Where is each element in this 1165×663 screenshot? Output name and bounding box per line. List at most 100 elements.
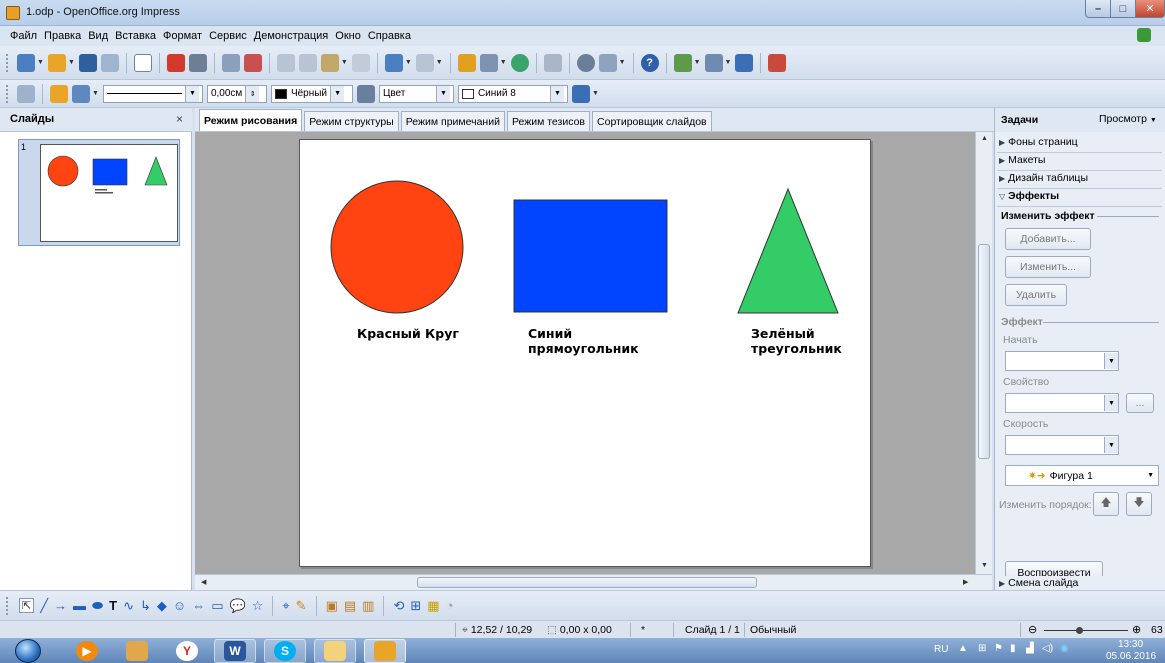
help-icon[interactable]: ?	[640, 53, 659, 72]
scroll-right-icon[interactable]: ▶	[963, 578, 968, 586]
chart-icon[interactable]	[457, 53, 476, 72]
arrow-line-tool-icon[interactable]: →	[54, 598, 67, 613]
minimize-button[interactable]: –	[1085, 0, 1111, 18]
circle-label[interactable]: Красный Круг	[357, 326, 459, 341]
green-triangle-shape[interactable]	[737, 187, 839, 314]
stars-icon[interactable]: ☆	[252, 598, 264, 614]
close-window-button[interactable]: ✕	[1135, 0, 1165, 18]
property-options-button[interactable]: ...	[1126, 393, 1154, 413]
line-width-input[interactable]: 0,00см ⇕	[206, 84, 267, 103]
gallery-icon[interactable]: ▥	[362, 598, 374, 614]
styles-icon[interactable]	[17, 84, 35, 103]
area-style-select[interactable]: Цвет ▼	[378, 84, 454, 103]
clock-date[interactable]: 05.06.2016	[1106, 651, 1156, 662]
chevron-down-icon[interactable]: ▼	[436, 59, 443, 66]
menu-file[interactable]: Файл	[10, 30, 37, 42]
taskbar-yandex[interactable]: Y	[166, 639, 208, 663]
clock-time[interactable]: 13:30	[1118, 639, 1143, 650]
autospellcheck-icon[interactable]	[243, 53, 262, 72]
chevron-down-icon[interactable]: ▼	[1147, 472, 1154, 479]
area-fill-icon[interactable]	[356, 84, 375, 103]
zoom-out-icon[interactable]: ⊖	[1028, 623, 1037, 636]
document-modified[interactable]: *	[641, 624, 645, 636]
red-circle-shape[interactable]	[330, 180, 464, 314]
language-indicator[interactable]: RU	[934, 644, 948, 655]
menu-tools[interactable]: Сервис	[209, 30, 247, 42]
zoom-in-icon[interactable]: ⊕	[1132, 623, 1141, 636]
spinner-icon[interactable]: ⇕	[245, 85, 260, 102]
zoom-slider[interactable]: ⊖ ⊕	[1028, 622, 1148, 638]
chevron-down-icon[interactable]: ▼	[330, 85, 345, 102]
move-up-button[interactable]: 🡅	[1093, 492, 1119, 516]
chevron-down-icon[interactable]: ▼	[184, 85, 199, 102]
sync-icon[interactable]: ◉	[1060, 643, 1069, 654]
save-icon[interactable]	[78, 53, 97, 72]
glue-points-icon[interactable]: ✎	[296, 598, 307, 614]
table-icon[interactable]	[479, 53, 498, 72]
undo-icon[interactable]	[384, 53, 403, 72]
menu-window[interactable]: Окно	[335, 30, 361, 42]
taskbar-word[interactable]: W	[214, 639, 256, 663]
chevron-down-icon[interactable]: ▼	[37, 59, 44, 66]
rectangle-label[interactable]: Синий прямоугольник	[528, 326, 639, 356]
block-arrows-icon[interactable]: ⇔	[192, 598, 205, 613]
cut-icon[interactable]	[276, 53, 295, 72]
format-paintbrush-icon[interactable]	[351, 53, 370, 72]
speed-select[interactable]: ▼	[1005, 435, 1119, 455]
tab-outline[interactable]: Режим структуры	[304, 111, 399, 131]
move-down-button[interactable]: 🡇	[1126, 492, 1152, 516]
toolbar-grip[interactable]	[6, 53, 9, 72]
scroll-down-icon[interactable]: ▼	[981, 562, 988, 569]
chevron-down-icon[interactable]: ▼	[619, 59, 626, 66]
chevron-down-icon[interactable]: ▼	[500, 59, 507, 66]
taskbar-skype[interactable]: S	[264, 639, 306, 663]
extrusion-icon[interactable]: ◔	[446, 598, 454, 613]
chevron-down-icon[interactable]: ▼	[435, 85, 450, 102]
line-color-select[interactable]: Чёрный ▼	[270, 84, 353, 103]
section-effects[interactable]: ▽ Эффекты	[999, 190, 1059, 202]
fontwork-gallery-icon[interactable]: ▣	[326, 598, 338, 614]
slide[interactable]: Красный Круг Синий прямоугольник Зелёный…	[299, 139, 871, 567]
open-folder-icon[interactable]	[47, 53, 66, 72]
menu-insert[interactable]: Вставка	[115, 30, 156, 42]
chevron-down-icon[interactable]: ▼	[549, 85, 564, 102]
tab-drawing[interactable]: Режим рисования	[199, 109, 303, 131]
section-master-pages[interactable]: ▶ Фоны страниц	[999, 136, 1078, 148]
chevron-down-icon[interactable]: ▼	[592, 90, 599, 97]
toolbar-grip[interactable]	[6, 596, 9, 615]
area-color-select[interactable]: Синий 8 ▼	[457, 84, 568, 103]
horizontal-scrollbar[interactable]: ◀ ▶	[195, 574, 992, 590]
tab-notes[interactable]: Режим примечаний	[400, 111, 505, 131]
chevron-down-icon[interactable]: ▼	[694, 59, 701, 66]
chevron-down-icon[interactable]: ▼	[1104, 395, 1118, 411]
tab-handout[interactable]: Режим тезисов	[506, 111, 591, 131]
symbol-shapes-icon[interactable]: ☺	[173, 598, 186, 613]
zoom-icon[interactable]	[598, 53, 617, 72]
new-document-icon[interactable]	[17, 53, 35, 72]
curve-tool-icon[interactable]: ∿	[123, 598, 134, 614]
horizontal-scroll-thumb[interactable]	[417, 577, 757, 588]
volume-icon[interactable]: ◁)	[1042, 643, 1053, 654]
basic-shapes-icon[interactable]: ◆	[157, 598, 167, 614]
new-slide-icon[interactable]	[704, 53, 723, 72]
start-select[interactable]: ▼	[1005, 351, 1119, 371]
maximize-button[interactable]: □	[1110, 0, 1136, 18]
edit-file-icon[interactable]	[133, 53, 152, 72]
email-icon[interactable]	[100, 53, 119, 72]
arrange-icon[interactable]: ▦	[427, 598, 439, 614]
network-icon[interactable]: ▟	[1026, 643, 1034, 654]
close-icon[interactable]: ×	[176, 112, 183, 126]
line-icon[interactable]	[50, 84, 68, 103]
from-file-icon[interactable]: ▤	[344, 598, 356, 614]
scroll-left-icon[interactable]: ◀	[201, 578, 206, 586]
zoom-thumb[interactable]	[1076, 627, 1083, 634]
copy-icon[interactable]	[298, 53, 317, 72]
slide-thumbnail-1[interactable]: 1	[18, 139, 180, 246]
line-tool-icon[interactable]: ╱	[40, 598, 48, 614]
slideshow-icon[interactable]	[768, 53, 787, 72]
section-table-design[interactable]: ▶ Дизайн таблицы	[999, 172, 1088, 184]
chevron-down-icon[interactable]: ▼	[1104, 437, 1118, 453]
vertical-scrollbar[interactable]: ▲ ▼	[975, 132, 992, 574]
chevron-down-icon[interactable]: ▼	[725, 59, 732, 66]
taskbar-media-player[interactable]: ▶	[66, 639, 108, 663]
